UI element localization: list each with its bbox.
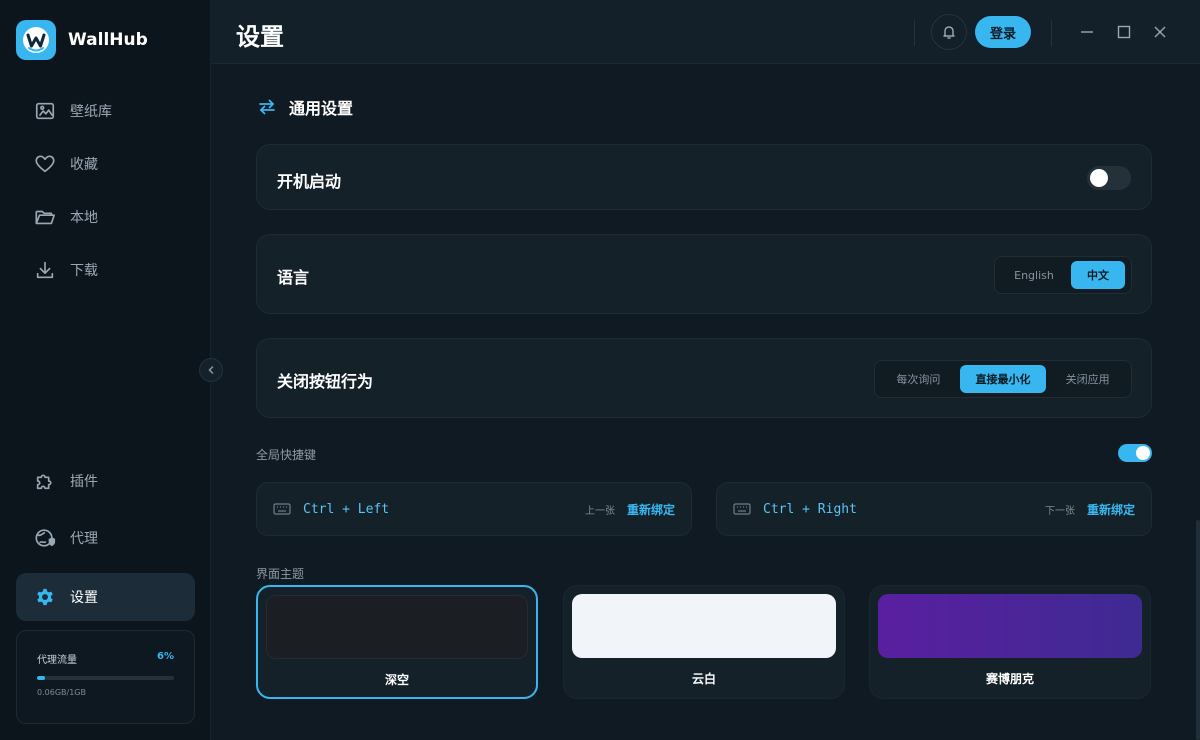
general-settings-header: 通用设置 — [257, 95, 353, 119]
sidebar-item-proxy[interactable]: 代理 — [16, 515, 195, 561]
sidebar-item-label: 本地 — [70, 210, 98, 226]
top-bar: 设置 登录 — [211, 0, 1200, 64]
sidebar-item-label: 插件 — [70, 474, 98, 490]
toggle-knob — [1136, 446, 1150, 460]
close-option-quit[interactable]: 关闭应用 — [1048, 365, 1127, 393]
hotkeys-label: 全局快捷键 — [256, 448, 317, 462]
swap-arrows-icon — [259, 99, 275, 115]
download-icon — [36, 261, 54, 279]
image-icon — [35, 102, 55, 120]
traffic-percent: 6% — [157, 651, 174, 662]
language-selector: English 中文 — [994, 256, 1132, 294]
autostart-toggle[interactable] — [1087, 166, 1131, 190]
theme-option-cloud-white[interactable]: 云白 — [563, 585, 845, 699]
notifications-button[interactable] — [931, 14, 967, 50]
theme-option-cyberpunk[interactable]: 赛博朋克 — [869, 585, 1151, 699]
hotkey-action: 上一张 — [584, 505, 615, 517]
toggle-knob — [1090, 169, 1108, 187]
hotkey-action: 下一张 — [1044, 505, 1075, 517]
theme-swatch — [266, 595, 528, 659]
rebind-next-button[interactable]: 重新绑定 — [1087, 501, 1135, 518]
sidebar-item-label: 下载 — [70, 263, 98, 279]
sidebar-item-label: 设置 — [70, 590, 98, 606]
language-card: 语言 English 中文 — [256, 234, 1152, 314]
theme-swatch — [572, 594, 836, 658]
sidebar-item-settings[interactable]: 设置 — [16, 573, 195, 621]
hotkey-combo: Ctrl + Left — [303, 501, 390, 517]
close-behavior-card: 关闭按钮行为 每次询问 直接最小化 关闭应用 — [256, 338, 1152, 418]
sidebar-item-label: 壁纸库 — [70, 104, 112, 120]
traffic-label: 代理流量 — [37, 655, 77, 666]
divider — [1051, 20, 1052, 46]
collapse-sidebar-button[interactable] — [199, 358, 223, 382]
maximize-icon — [1117, 25, 1131, 39]
heart-icon — [35, 155, 55, 173]
hotkey-previous-card: Ctrl + Left 上一张 重新绑定 — [256, 482, 692, 536]
theme-name: 赛博朋克 — [985, 672, 1034, 686]
traffic-progress-bar — [37, 676, 174, 680]
login-button[interactable]: 登录 — [975, 16, 1031, 48]
sidebar: WallHub 壁纸库 收藏 本地 下载 插件 代理 设置 代理流量 6% 0.… — [0, 0, 211, 740]
section-title: 通用设置 — [289, 99, 354, 118]
wallhub-logo-icon — [16, 20, 56, 60]
sidebar-item-plugins[interactable]: 插件 — [16, 458, 195, 504]
hotkeys-toggle[interactable] — [1118, 444, 1152, 462]
scrollbar[interactable] — [1196, 520, 1200, 740]
sidebar-item-wallpapers[interactable]: 壁纸库 — [16, 88, 195, 134]
autostart-label: 开机启动 — [277, 172, 342, 191]
traffic-progress-fill — [37, 676, 46, 680]
globe-shield-icon — [35, 529, 56, 547]
minimize-button[interactable] — [1077, 22, 1097, 42]
language-option-english[interactable]: English — [999, 261, 1069, 289]
language-label: 语言 — [277, 268, 310, 287]
sidebar-item-label: 代理 — [70, 531, 98, 547]
hotkey-next-card: Ctrl + Right 下一张 重新绑定 — [716, 482, 1152, 536]
folder-icon — [35, 210, 55, 225]
chevron-left-icon — [208, 366, 214, 374]
page-title: 设置 — [236, 23, 284, 51]
theme-option-deep-space[interactable]: 深空 — [256, 585, 538, 699]
autostart-card: 开机启动 — [256, 144, 1152, 210]
close-option-ask[interactable]: 每次询问 — [879, 365, 958, 393]
sidebar-item-downloads[interactable]: 下载 — [16, 247, 195, 293]
bell-icon — [943, 26, 955, 39]
theme-label: 界面主题 — [256, 567, 305, 581]
theme-swatch — [878, 594, 1142, 658]
sidebar-item-local[interactable]: 本地 — [16, 194, 195, 240]
keyboard-icon — [733, 503, 751, 515]
puzzle-icon — [36, 474, 52, 490]
settings-content: 通用设置 开机启动 语言 English 中文 关闭按钮行为 每次询问 直接最小… — [211, 65, 1200, 740]
app-name: WallHub — [68, 30, 148, 50]
traffic-usage: 0.06GB/1GB — [37, 688, 86, 697]
divider — [914, 20, 915, 46]
theme-name: 云白 — [691, 672, 716, 686]
language-option-chinese[interactable]: 中文 — [1071, 261, 1125, 289]
gear-icon — [37, 588, 53, 606]
proxy-traffic-card: 代理流量 6% 0.06GB/1GB — [16, 630, 195, 724]
theme-name: 深空 — [384, 673, 409, 687]
rebind-previous-button[interactable]: 重新绑定 — [627, 501, 675, 518]
close-option-minimize[interactable]: 直接最小化 — [959, 365, 1047, 393]
close-behavior-label: 关闭按钮行为 — [277, 372, 374, 391]
maximize-button[interactable] — [1114, 22, 1134, 42]
brand: WallHub — [16, 20, 148, 60]
close-icon — [1154, 26, 1166, 38]
sidebar-item-favorites[interactable]: 收藏 — [16, 141, 195, 187]
hotkey-combo: Ctrl + Right — [763, 501, 857, 517]
sidebar-item-label: 收藏 — [70, 157, 98, 173]
close-behavior-selector: 每次询问 直接最小化 关闭应用 — [874, 360, 1132, 398]
keyboard-icon — [273, 503, 291, 515]
close-window-button[interactable] — [1150, 22, 1170, 42]
minimize-icon — [1081, 31, 1093, 33]
